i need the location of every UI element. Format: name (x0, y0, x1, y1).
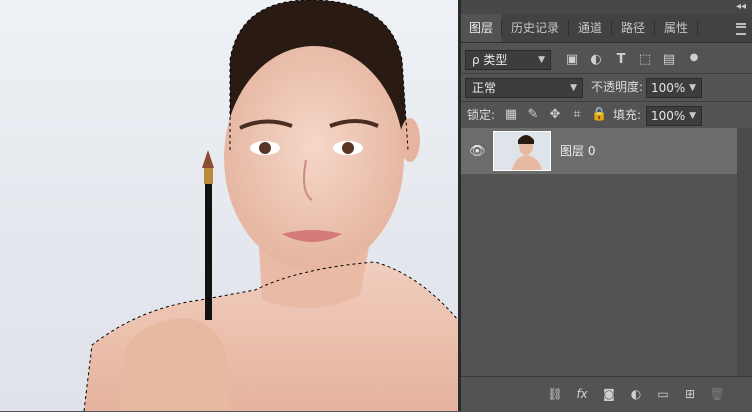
lock-transparent-icon[interactable]: ▦ (503, 107, 519, 123)
layers-scrollbar[interactable] (737, 128, 752, 376)
opacity-input[interactable]: 100% ▼ (646, 78, 702, 98)
image-filter-icon[interactable]: ▣ (564, 52, 580, 68)
tab-properties[interactable]: 属性 (655, 14, 697, 42)
group-folder-icon[interactable]: ▭ (655, 386, 671, 402)
trash-icon[interactable]: 🗑 (709, 386, 725, 402)
panel-tabbar: 图层 历史记录 通道 路径 属性 (461, 14, 752, 43)
layer-row[interactable]: 👁 图层 0 (461, 128, 737, 174)
tab-layers[interactable]: 图层 (461, 14, 501, 42)
opacity-value: 100% (651, 81, 686, 95)
blend-mode-select[interactable]: 正常 ▼ (465, 78, 583, 98)
panel-collapse-bar[interactable]: ◂◂ (461, 0, 752, 14)
fill-input[interactable]: 100% ▼ (646, 106, 702, 126)
smart-object-filter-icon[interactable]: ▤ (661, 52, 677, 68)
layers-bottom-toolbar: ⛓ fx ◙ ◐ ▭ ⊞ 🗑 (461, 376, 752, 412)
add-mask-icon[interactable]: ◙ (601, 386, 617, 402)
lock-artboard-icon[interactable]: ⌗ (569, 107, 585, 123)
lock-all-icon[interactable]: 🔒 (591, 107, 607, 123)
layer-filter-select[interactable]: ρ 类型 ▼ (465, 50, 551, 70)
chevron-down-icon[interactable]: ▼ (689, 79, 696, 97)
chevron-down-icon[interactable]: ▼ (689, 107, 696, 125)
fill-label: 填充: (613, 108, 642, 122)
document-canvas[interactable] (0, 0, 458, 411)
opacity-label: 不透明度: (591, 80, 644, 94)
type-filter-icon[interactable]: T (613, 52, 629, 68)
chevron-down-icon: ▼ (538, 55, 545, 65)
collapse-icon[interactable]: ◂◂ (736, 0, 746, 14)
adjustment-layer-icon[interactable]: ◐ (628, 386, 644, 402)
link-layers-icon[interactable]: ⛓ (547, 386, 563, 402)
shape-filter-icon[interactable]: ⬚ (637, 52, 653, 68)
new-layer-icon[interactable]: ⊞ (682, 386, 698, 402)
blend-row: 正常 ▼ 不透明度: 100% ▼ (461, 76, 752, 100)
chevron-down-icon: ▼ (570, 83, 577, 93)
panel-menu-icon[interactable] (736, 23, 746, 35)
portrait-image (83, 0, 458, 411)
adjustment-filter-icon[interactable]: ◐ (588, 52, 604, 68)
fx-icon[interactable]: fx (574, 386, 590, 402)
lock-row: 锁定: ▦ ✎ ✥ ⌗ 🔒 填充: 100% ▼ (461, 104, 752, 128)
lock-brush-icon[interactable]: ✎ (525, 107, 541, 123)
lock-label: 锁定: (467, 108, 496, 122)
layers-panel: ◂◂ 图层 历史记录 通道 路径 属性 ρ 类型 ▼ ▣ ◐ T ⬚ ▤ ● 正… (461, 0, 752, 412)
blend-mode-value: 正常 (472, 81, 497, 95)
filter-toggle-icon[interactable]: ● (686, 50, 702, 66)
tab-channels[interactable]: 通道 (569, 14, 611, 42)
layer-name[interactable]: 图层 0 (560, 142, 595, 159)
filter-row: ρ 类型 ▼ ▣ ◐ T ⬚ ▤ ● (461, 48, 752, 72)
lock-position-icon[interactable]: ✥ (547, 107, 563, 123)
filter-value: ρ 类型 (472, 53, 508, 67)
fill-value: 100% (651, 109, 686, 123)
tab-paths[interactable]: 路径 (612, 14, 654, 42)
layer-thumbnail (493, 131, 551, 171)
tab-history[interactable]: 历史记录 (502, 14, 568, 42)
eye-icon[interactable]: 👁 (469, 144, 486, 159)
